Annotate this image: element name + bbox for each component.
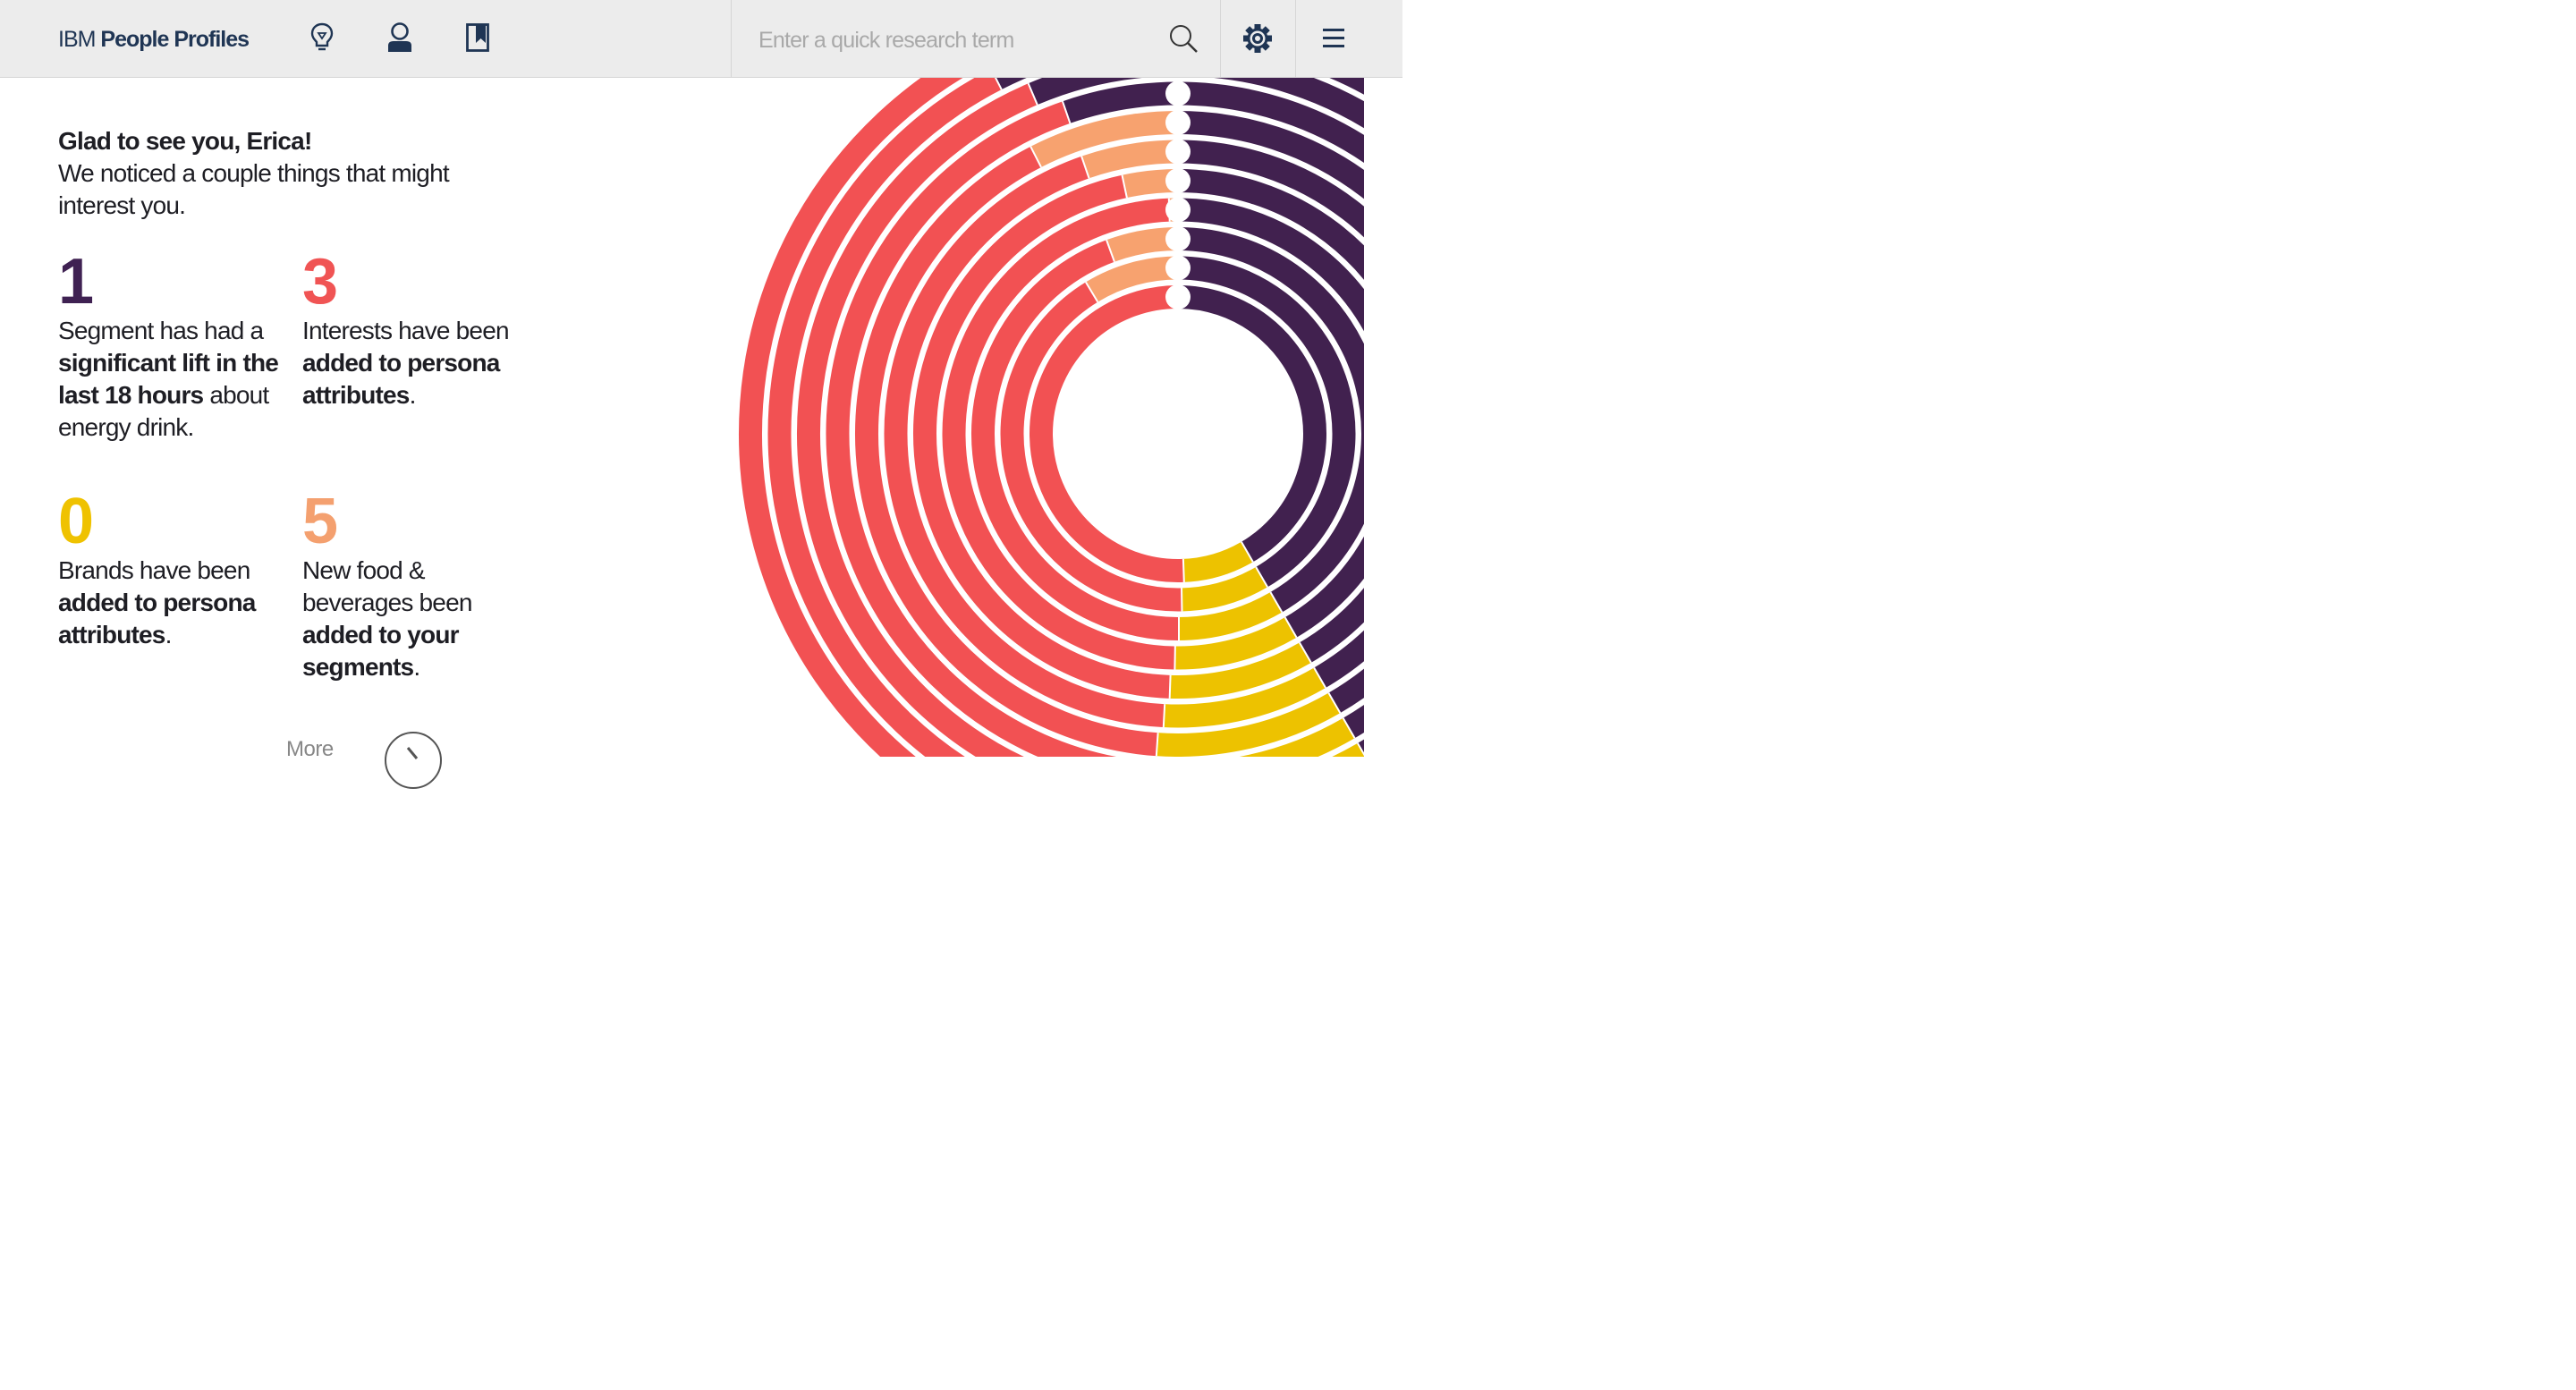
- ring-segment: [1182, 542, 1252, 582]
- stat-card: 1 Segment has had a significant lift in …: [58, 250, 282, 444]
- stat-text: Segment has had a significant lift in th…: [58, 317, 279, 441]
- stat-text: New food & beverages been added to your …: [302, 556, 472, 681]
- ring-start-marker: [1165, 226, 1191, 251]
- bookmark-icon[interactable]: [460, 20, 496, 55]
- ring-start-marker: [1165, 284, 1191, 309]
- brand-logo[interactable]: IBM People Profiles: [58, 27, 250, 53]
- greeting: Glad to see you, Erica! We noticed a cou…: [58, 125, 523, 222]
- ring-segment: [1082, 140, 1179, 179]
- lightbulb-icon[interactable]: [304, 20, 340, 55]
- more-label[interactable]: More: [286, 737, 334, 762]
- ring-segment: [1030, 285, 1183, 582]
- gear-icon: [1242, 24, 1272, 53]
- stat-text: Brands have been added to persona attrib…: [58, 556, 256, 648]
- stat-card: 0 Brands have been added to persona attr…: [58, 486, 282, 651]
- person-icon[interactable]: [382, 20, 418, 55]
- stat-number: 1: [58, 246, 94, 318]
- ring-start-marker: [1165, 255, 1191, 281]
- brand-light-text: IBM: [58, 27, 96, 52]
- search-box: [731, 0, 1221, 77]
- ring-start-marker: [1165, 81, 1191, 106]
- search-input[interactable]: [757, 21, 1154, 59]
- ring-segment: [1177, 285, 1326, 563]
- greeting-title: Glad to see you, Erica!: [58, 127, 312, 155]
- radial-chart: [739, 78, 1364, 757]
- top-bar: IBM People Profiles: [0, 0, 1402, 78]
- stat-text: Interests have been added to persona att…: [302, 317, 510, 409]
- stat-number: 0: [58, 486, 94, 557]
- ring-start-marker: [1165, 110, 1191, 135]
- stat-card: 3 Interests have been added to persona a…: [302, 250, 526, 411]
- greeting-subtitle: We noticed a couple things that might in…: [58, 159, 450, 219]
- ring-start-marker: [1165, 139, 1191, 165]
- stat-number: 3: [302, 246, 338, 318]
- brand-bold-text: People Profiles: [100, 27, 250, 52]
- ring-start-marker: [1165, 168, 1191, 193]
- stat-card: 5 New food & beverages been added to you…: [302, 486, 526, 683]
- search-icon[interactable]: [1168, 23, 1200, 55]
- ring-segment: [1063, 81, 1179, 123]
- ring-start-marker: [1165, 197, 1191, 223]
- settings-button[interactable]: [1219, 0, 1296, 77]
- more-button[interactable]: [385, 732, 442, 789]
- chevron-right-icon: [406, 747, 419, 759]
- menu-button[interactable]: [1296, 0, 1372, 77]
- hamburger-menu-icon: [1322, 29, 1344, 47]
- stat-number: 5: [302, 486, 338, 557]
